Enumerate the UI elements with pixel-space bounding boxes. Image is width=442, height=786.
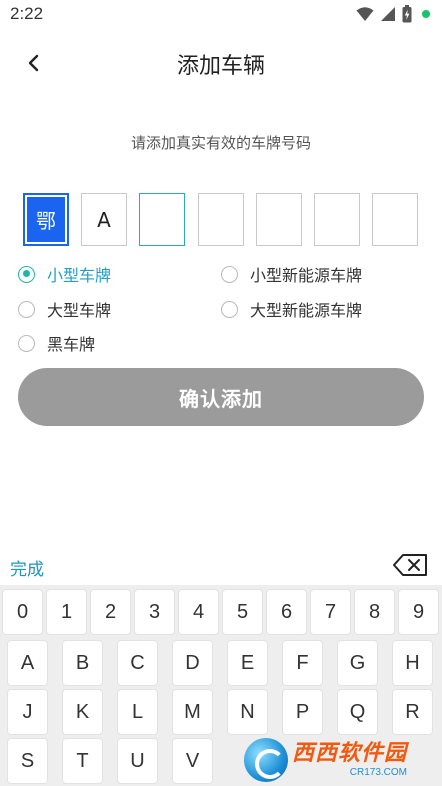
plate-type-label: 小型新能源车牌: [250, 266, 363, 285]
signal-icon: [381, 7, 395, 21]
plate-type-large[interactable]: 大型车牌: [18, 297, 111, 321]
watermark-brand: 西西软件园: [292, 740, 408, 766]
key[interactable]: 0: [2, 589, 43, 635]
watermark-text: 西西软件园 CR173.COM: [292, 740, 408, 778]
keyboard-done-button[interactable]: 完成: [10, 555, 44, 580]
plate-cell-7[interactable]: [372, 193, 418, 246]
key[interactable]: A: [7, 640, 48, 686]
keyboard-row-digits: 0 1 2 3 4 5 6 7 8 9: [0, 589, 442, 635]
key[interactable]: G: [337, 640, 378, 686]
key[interactable]: V: [172, 738, 213, 784]
key[interactable]: S: [7, 738, 48, 784]
key[interactable]: 3: [134, 589, 175, 635]
plate-cell-province[interactable]: 鄂: [23, 193, 69, 246]
plate-type-label: 黑车牌: [47, 335, 96, 354]
radio-selected-icon: [18, 265, 35, 283]
key[interactable]: 8: [354, 589, 395, 635]
radio-unselected-icon: [221, 300, 238, 318]
plate-cell-3[interactable]: [139, 193, 185, 246]
watermark-logo: 西西软件园 CR173.COM: [244, 736, 422, 784]
key[interactable]: L: [117, 689, 158, 735]
plate-type-black[interactable]: 黑车牌: [18, 331, 95, 355]
key[interactable]: 4: [178, 589, 219, 635]
keyboard-toolbar: 完成: [0, 545, 442, 585]
notification-dot-icon: [422, 10, 430, 18]
key[interactable]: D: [172, 640, 213, 686]
watermark-site: CR173.COM: [349, 766, 408, 778]
key[interactable]: H: [392, 640, 433, 686]
plate-cell-6[interactable]: [314, 193, 360, 246]
plate-number-input: 鄂 A: [23, 193, 419, 246]
key[interactable]: T: [62, 738, 103, 784]
key[interactable]: J: [7, 689, 48, 735]
nav-bar: 添加车辆: [0, 38, 442, 90]
plate-cell-2[interactable]: A: [81, 193, 127, 246]
key[interactable]: C: [117, 640, 158, 686]
key[interactable]: 6: [266, 589, 307, 635]
keyboard-row-letters-1: A B C D E F G H: [0, 640, 442, 686]
key[interactable]: Q: [337, 689, 378, 735]
battery-icon: [402, 5, 412, 23]
key[interactable]: R: [392, 689, 433, 735]
plate-type-small-new-energy[interactable]: 小型新能源车牌: [221, 262, 362, 286]
plate-type-label: 大型车牌: [47, 301, 112, 320]
plate-type-small[interactable]: 小型车牌: [18, 262, 111, 286]
status-time: 2:22: [10, 4, 44, 23]
key[interactable]: N: [227, 689, 268, 735]
plate-cell-4[interactable]: [198, 193, 244, 246]
key[interactable]: 9: [398, 589, 439, 635]
key[interactable]: P: [282, 689, 323, 735]
radio-unselected-icon: [221, 265, 238, 283]
status-icons: [356, 5, 430, 23]
plate-hint-text: 请添加真实有效的车牌号码: [130, 134, 311, 152]
keyboard-delete-button[interactable]: [392, 553, 428, 577]
status-bar: 2:22: [0, 0, 442, 30]
key[interactable]: 1: [46, 589, 87, 635]
watermark-logo-icon: [244, 738, 288, 782]
key[interactable]: 2: [90, 589, 131, 635]
radio-unselected-icon: [18, 300, 35, 318]
confirm-add-button[interactable]: 确认添加: [18, 368, 424, 426]
plate-type-large-new-energy[interactable]: 大型新能源车牌: [221, 297, 362, 321]
page-title: 添加车辆: [176, 54, 265, 79]
key[interactable]: U: [117, 738, 158, 784]
radio-unselected-icon: [18, 334, 35, 352]
key[interactable]: M: [172, 689, 213, 735]
key[interactable]: F: [282, 640, 323, 686]
key[interactable]: K: [62, 689, 103, 735]
plate-type-label: 大型新能源车牌: [250, 301, 363, 320]
plate-type-label: 小型车牌: [47, 266, 112, 285]
plate-cell-5[interactable]: [256, 193, 302, 246]
backspace-icon: [393, 554, 427, 576]
key[interactable]: E: [227, 640, 268, 686]
key[interactable]: B: [62, 640, 103, 686]
wifi-icon: [356, 7, 374, 21]
key[interactable]: 7: [310, 589, 351, 635]
key[interactable]: 5: [222, 589, 263, 635]
keyboard-row-letters-2: J K L M N P Q R: [0, 689, 442, 735]
